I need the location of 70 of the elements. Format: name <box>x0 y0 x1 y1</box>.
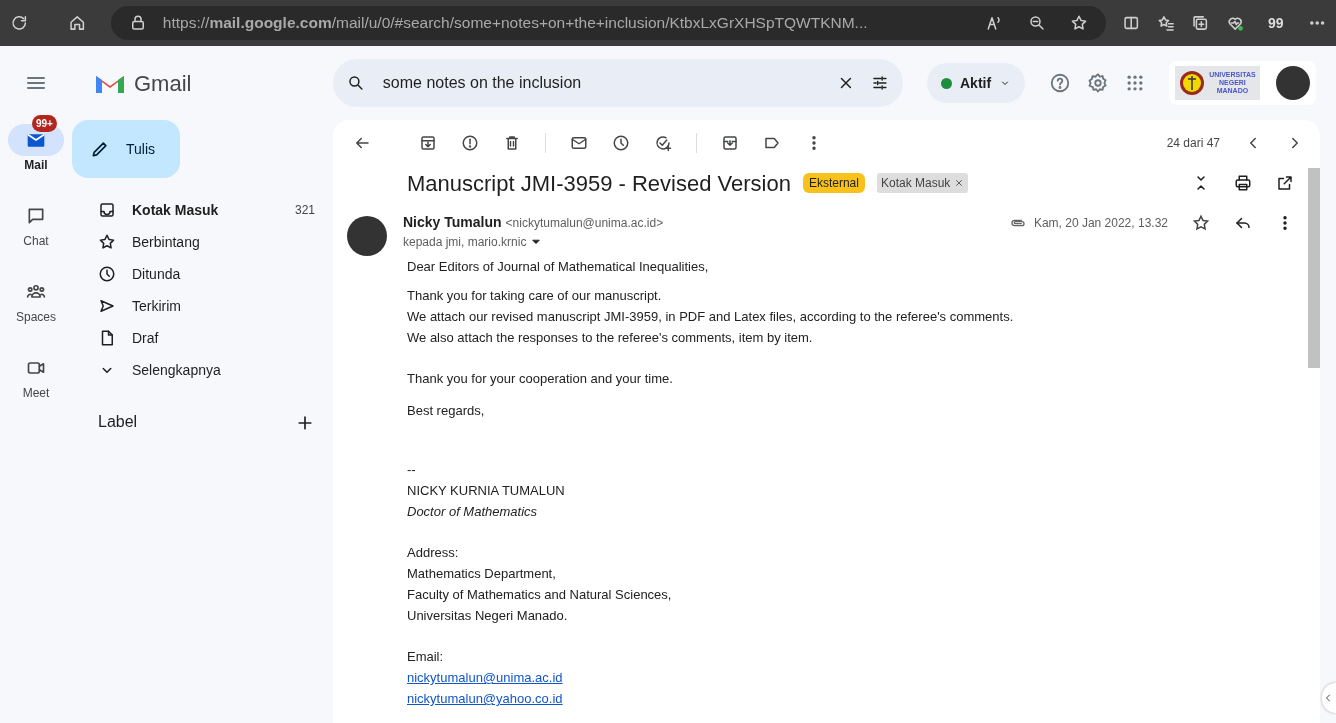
body-text-line: Mathematics Department, <box>407 565 556 583</box>
star-icon[interactable] <box>1192 214 1210 232</box>
delete-icon[interactable] <box>503 134 521 152</box>
unread-count-badge: 99+ <box>32 115 57 132</box>
body-text-line: Address: <box>407 544 459 562</box>
email-link[interactable]: nickytumalun@unima.ac.id <box>407 667 563 688</box>
folder-tag: Kotak Masuk <box>876 173 969 193</box>
scrollbar-thumb[interactable] <box>1308 168 1320 368</box>
archive-icon[interactable] <box>419 134 437 152</box>
labels-heading: Label <box>98 412 138 432</box>
body-text-line: Universitas Negeri Manado. <box>407 607 568 625</box>
folder-item[interactable]: Ditunda <box>72 258 333 290</box>
status-button[interactable]: Aktif <box>927 63 1026 103</box>
message-date: Kam, 20 Jan 2022, 13.32 <box>1033 215 1168 232</box>
mark-unread-icon[interactable] <box>570 134 588 152</box>
email-subject: Manuscript JMI-3959 - Revised Version <box>407 169 791 198</box>
email-link[interactable]: nickytumalun@yahoo.co.id <box>407 688 563 709</box>
body-text-line: Thank you for taking care of our manuscript. <box>407 287 662 305</box>
print-icon[interactable] <box>1234 174 1252 192</box>
folder-item[interactable]: Terkirim <box>72 290 333 322</box>
home-icon[interactable] <box>68 13 87 33</box>
folder-item[interactable]: Kotak Masuk 321 <box>72 194 333 226</box>
body-text-line: Faculty of Mathematics and Natural Sciences, <box>407 586 672 604</box>
report-spam-icon[interactable] <box>461 134 479 152</box>
rail-item[interactable]: 99+ Mail <box>0 114 72 174</box>
chat-icon <box>26 206 46 226</box>
body-text-line: We attach our revised manuscript JMI-3959, in PDF and Latex files, according to the referee's comments. <box>407 308 1014 326</box>
body-text-line: Thank you for your cooperation and your time. <box>407 370 673 388</box>
sender-avatar <box>347 216 387 256</box>
body-text-line: Email: <box>407 648 444 666</box>
body-text-line: -- <box>407 461 416 479</box>
help-icon[interactable] <box>1049 72 1072 94</box>
search-field[interactable]: some notes on the inclusion <box>380 70 822 96</box>
snooze-icon[interactable] <box>612 134 630 152</box>
sent-icon <box>98 297 116 315</box>
body-text-line: Best regards, <box>407 402 485 420</box>
open-new-window-icon[interactable] <box>1276 174 1294 192</box>
sender-name: Nicky Tumalun <box>403 213 502 232</box>
snoozed-icon <box>98 265 116 283</box>
extension-label[interactable]: 99 <box>1268 12 1284 34</box>
body-text-line: NICKY KURNIA TUMALUN <box>407 482 565 500</box>
app-name: Gmail <box>134 69 192 98</box>
sender-email: <nickytumalun@unima.ac.id> <box>505 215 664 232</box>
body-text-line: Doctor of Mathematics <box>407 503 538 521</box>
compose-button[interactable]: Tulis <box>72 120 180 178</box>
inbox-icon <box>98 201 116 219</box>
folder-item[interactable]: Draf <box>72 322 333 354</box>
collections-icon[interactable] <box>1191 13 1210 33</box>
message-counter: 24 dari 47 <box>1166 135 1220 152</box>
folder-item[interactable]: Berbintang <box>72 226 333 258</box>
side-panel-toggle[interactable] <box>1322 683 1336 713</box>
remove-tag-icon[interactable] <box>954 178 965 188</box>
body-text-line: We also attach the responses to the referee's comments, item by item. <box>407 329 813 347</box>
starred-icon <box>98 233 116 251</box>
favorite-star-icon[interactable] <box>1070 14 1089 32</box>
external-tag: Eksternal <box>802 173 865 193</box>
favorites-icon[interactable] <box>1156 13 1176 33</box>
move-to-icon[interactable] <box>721 134 739 152</box>
recipients: kepada jmi, mario.krnic <box>403 234 527 251</box>
rail-item[interactable]: Spaces <box>0 266 72 326</box>
rail-item[interactable]: Meet <box>0 342 72 402</box>
add-task-icon[interactable] <box>654 134 672 152</box>
pencil-icon <box>90 139 110 159</box>
folder-item[interactable]: Selengkapnya <box>72 354 333 386</box>
account-avatar[interactable] <box>1275 66 1310 100</box>
rail-item[interactable]: Chat <box>0 190 72 250</box>
zoom-out-icon[interactable] <box>1028 14 1047 32</box>
refresh-icon[interactable] <box>10 13 29 33</box>
search-bar[interactable]: some notes on the inclusion <box>333 59 903 107</box>
body-text-line: Dear Editors of Journal of Mathematical Inequalities, <box>407 258 709 276</box>
